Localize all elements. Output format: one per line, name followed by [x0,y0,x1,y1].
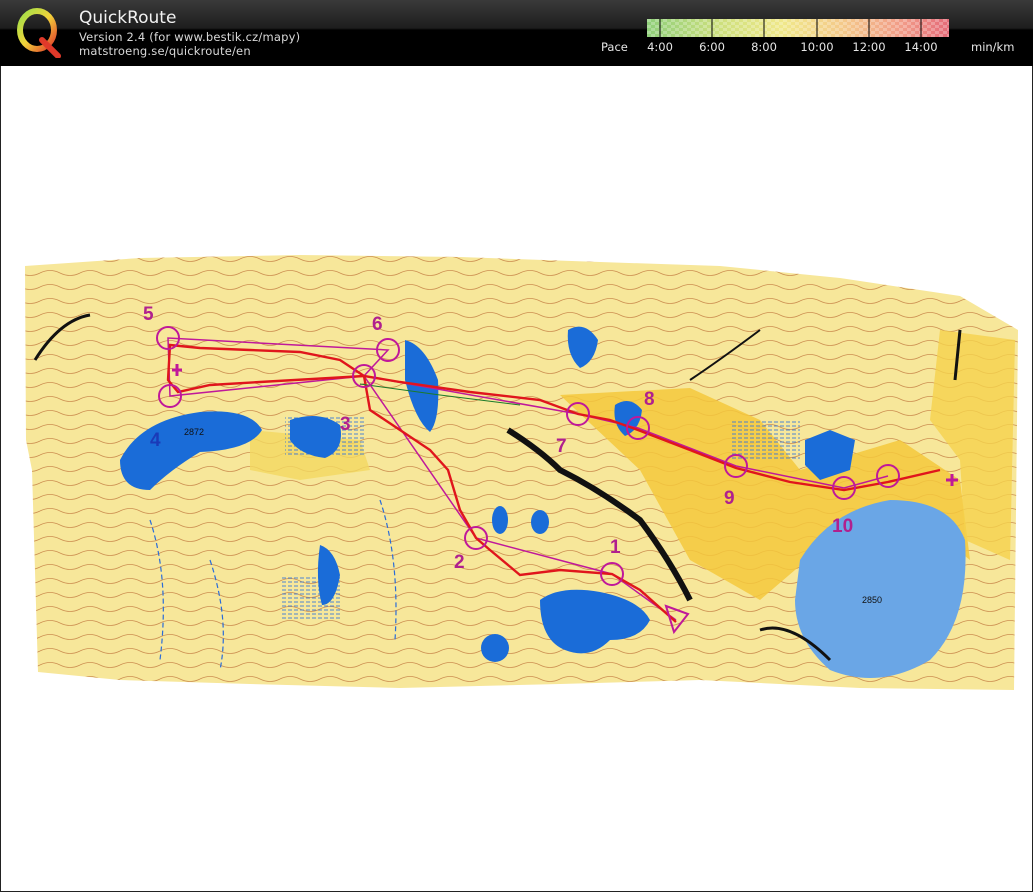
control-number: 1 [610,537,621,558]
control-number: 10 [832,516,853,537]
marsh-area [730,420,800,460]
control-number: 5 [143,304,154,325]
quickroute-logo-icon [17,8,61,58]
pace-tick-label: 8:00 [751,40,777,54]
pace-unit-label: min/km [971,40,1015,54]
pace-tick-label: 12:00 [852,40,886,54]
control-number: 8 [644,389,655,410]
control-number: 2 [454,552,465,573]
control-number: 7 [556,436,567,457]
pace-tick-label: 10:00 [800,40,834,54]
orienteering-map[interactable]: 1 2 3 4 5 6 7 8 9 10 2872 2850 [0,66,1033,893]
lake-shape [481,634,509,662]
pace-tick-label: 6:00 [699,40,725,54]
lake-shape [531,510,549,534]
app-title: QuickRoute [79,8,177,28]
pace-label: Pace [601,40,628,54]
pace-color-scale [647,19,949,37]
version-text: Version 2.4 (for www.bestik.cz/mapy) [79,30,301,44]
control-number: 4 [150,430,161,451]
lake-elevation-label: 2872 [184,427,204,437]
pace-tick-label: 14:00 [904,40,938,54]
header-bar: QuickRoute Version 2.4 (for www.bestik.c… [0,0,1033,66]
lake-elevation-label: 2850 [862,595,882,605]
pace-tick-label: 4:00 [647,40,673,54]
control-number: 9 [724,488,735,509]
website-link[interactable]: matstroeng.se/quickroute/en [79,44,251,58]
control-number: 3 [340,414,351,435]
control-number: 6 [372,314,383,335]
lake-shape [492,506,508,534]
